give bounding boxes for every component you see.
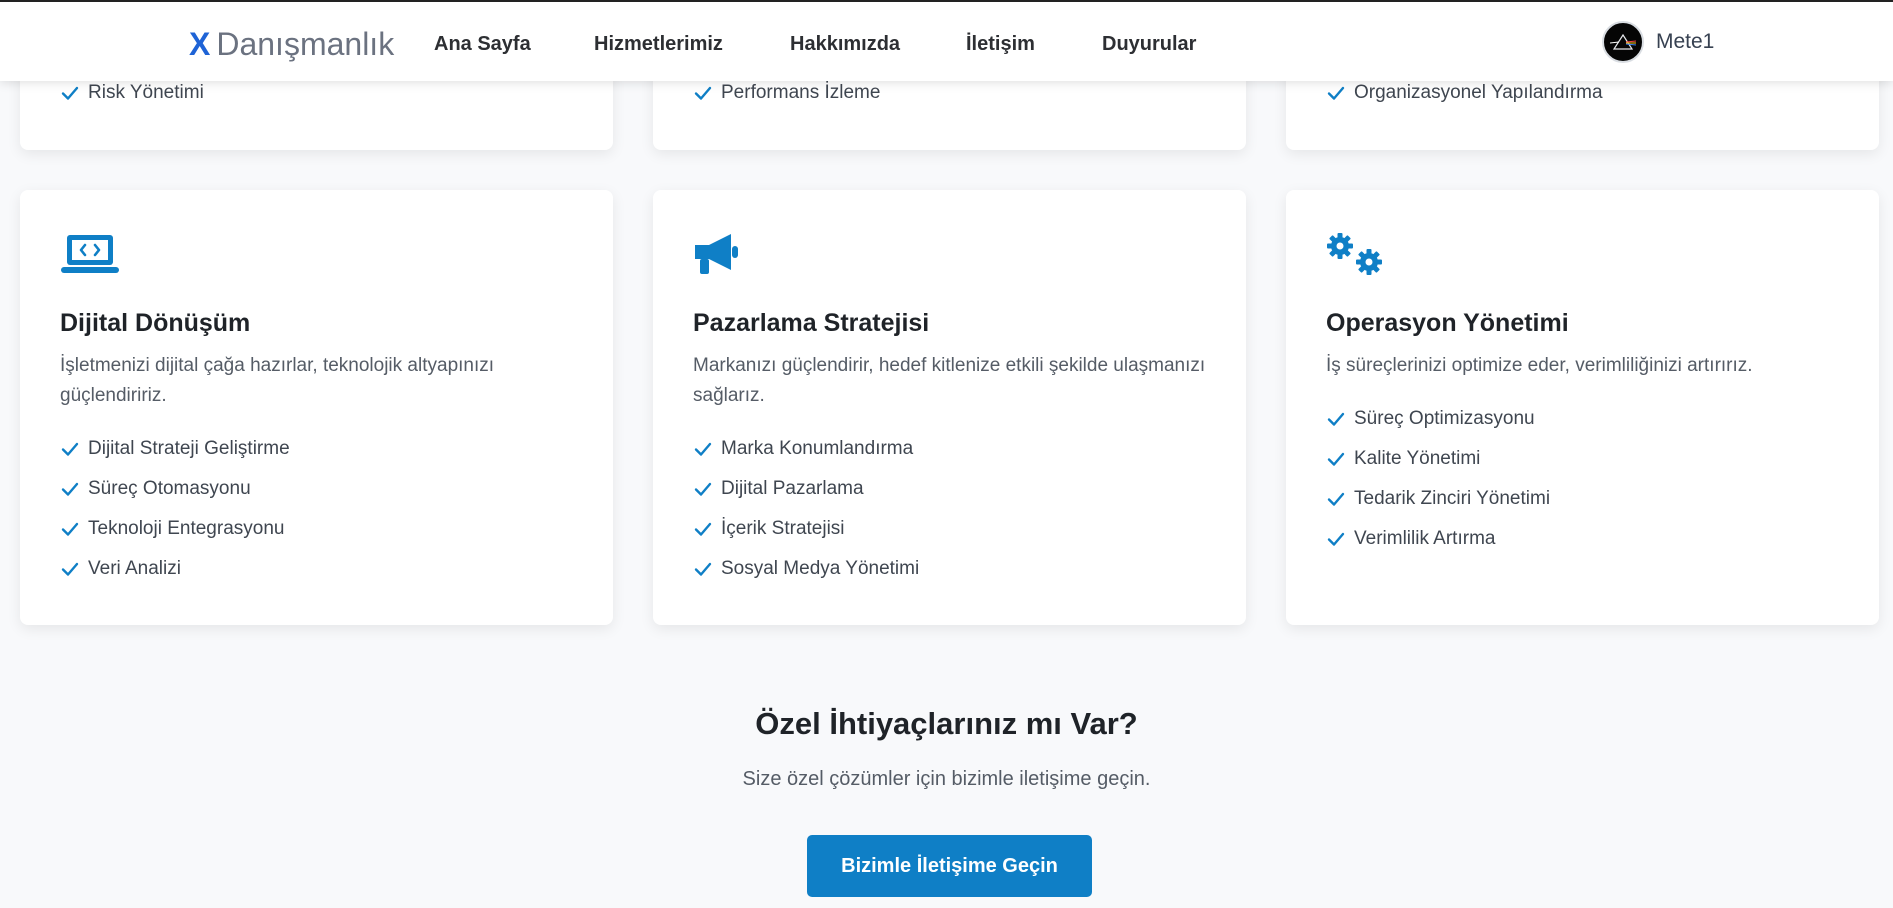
feature-item: Süreç Optimizasyonu <box>1326 399 1843 439</box>
avatar <box>1602 21 1644 63</box>
feature-label: Organizasyonel Yapılandırma <box>1354 82 1603 103</box>
feature-item: Teknoloji Entegrasyonu <box>60 509 577 549</box>
contact-us-button[interactable]: Bizimle İletişime Geçin <box>807 835 1092 897</box>
check-icon <box>61 86 79 100</box>
feature-label: Tedarik Zinciri Yönetimi <box>1354 488 1551 509</box>
feature-list: Süreç Optimizasyonu Kalite Yönetimi Teda… <box>1326 399 1843 559</box>
feature-item: Dijital Pazarlama <box>693 469 1210 509</box>
card-description: İşletmenizi dijital çağa hazırlar, tekno… <box>60 355 495 406</box>
check-icon <box>61 522 79 536</box>
card-description: İş süreçlerinizi optimize eder, verimlil… <box>1326 355 1753 376</box>
feature-label: Sosyal Medya Yönetimi <box>721 558 920 579</box>
nav-announcements[interactable]: Duyurular <box>1102 31 1196 57</box>
service-card-digital-transformation: Dijital Dönüşüm İşletmenizi dijital çağa… <box>20 190 613 625</box>
feature-label: Verimlilik Artırma <box>1354 528 1496 549</box>
check-icon <box>1327 452 1345 466</box>
user-menu[interactable]: Mete1 <box>1602 21 1714 63</box>
laptop-code-icon <box>61 235 119 273</box>
feature-label: Süreç Optimizasyonu <box>1354 408 1535 429</box>
nav-contact[interactable]: İletişim <box>966 31 1035 57</box>
feature-label: Performans İzleme <box>721 82 881 103</box>
feature-item: İçerik Stratejisi <box>693 509 1210 549</box>
check-icon <box>1327 492 1345 506</box>
feature-label: Dijital Strateji Geliştirme <box>88 438 290 459</box>
feature-label: Süreç Otomasyonu <box>88 478 251 499</box>
feature-label: Teknoloji Entegrasyonu <box>88 518 285 539</box>
feature-label: Dijital Pazarlama <box>721 478 864 499</box>
brand-logo[interactable]: X Danışmanlık <box>189 24 394 64</box>
bullhorn-icon <box>695 234 738 274</box>
cta-title: Özel İhtiyaçlarınız mı Var? <box>755 706 1138 741</box>
check-icon <box>694 522 712 536</box>
check-icon <box>61 442 79 456</box>
cta-subtitle: Size özel çözümler için bizimle iletişim… <box>742 768 1151 790</box>
feature-item: Veri Analizi <box>60 549 577 589</box>
feature-label: İçerik Stratejisi <box>721 518 845 539</box>
feature-item: Sosyal Medya Yönetimi <box>693 549 1210 589</box>
feature-item: Verimlilik Artırma <box>1326 519 1843 559</box>
prism-icon <box>1610 33 1636 50</box>
feature-item: Organizasyonel Yapılandırma <box>1326 82 1603 104</box>
check-icon <box>694 482 712 496</box>
feature-item: Performans İzleme <box>693 82 880 104</box>
check-icon <box>694 442 712 456</box>
user-name: Mete1 <box>1656 30 1715 53</box>
feature-item: Kalite Yönetimi <box>1326 439 1843 479</box>
feature-list: Dijital Strateji Geliştirme Süreç Otomas… <box>60 429 577 589</box>
site-header: X Danışmanlık Ana Sayfa Hizmetlerimiz Hak… <box>0 0 1893 81</box>
feature-label: Kalite Yönetimi <box>1354 448 1481 469</box>
check-icon <box>1327 86 1345 100</box>
feature-list: Marka Konumlandırma Dijital Pazarlama İç… <box>693 429 1210 589</box>
feature-label: Risk Yönetimi <box>88 82 204 103</box>
check-icon <box>61 562 79 576</box>
check-icon <box>61 482 79 496</box>
nav-home[interactable]: Ana Sayfa <box>434 31 531 57</box>
feature-item: Risk Yönetimi <box>60 82 204 104</box>
feature-label: Veri Analizi <box>88 558 181 579</box>
brand-name: Danışmanlık <box>216 26 395 62</box>
brand-x: X <box>189 26 211 62</box>
card-title: Dijital Dönüşüm <box>60 309 251 337</box>
feature-label: Marka Konumlandırma <box>721 438 914 459</box>
service-card-operations-management: Operasyon Yönetimi İş süreçlerinizi opti… <box>1286 190 1879 625</box>
nav-about[interactable]: Hakkımızda <box>790 31 900 57</box>
check-icon <box>1327 532 1345 546</box>
card-description: Markanızı güçlendirir, hedef kitlenize e… <box>693 355 1206 406</box>
gears-icon <box>1327 233 1382 275</box>
nav-services[interactable]: Hizmetlerimiz <box>594 31 723 57</box>
feature-item: Tedarik Zinciri Yönetimi <box>1326 479 1843 519</box>
feature-item: Marka Konumlandırma <box>693 429 1210 469</box>
check-icon <box>694 562 712 576</box>
card-title: Operasyon Yönetimi <box>1326 309 1569 337</box>
card-title: Pazarlama Stratejisi <box>693 309 930 337</box>
feature-item: Dijital Strateji Geliştirme <box>60 429 577 469</box>
check-icon <box>694 86 712 100</box>
service-card-marketing-strategy: Pazarlama Stratejisi Markanızı güçlendir… <box>653 190 1246 625</box>
check-icon <box>1327 412 1345 426</box>
feature-item: Süreç Otomasyonu <box>60 469 577 509</box>
